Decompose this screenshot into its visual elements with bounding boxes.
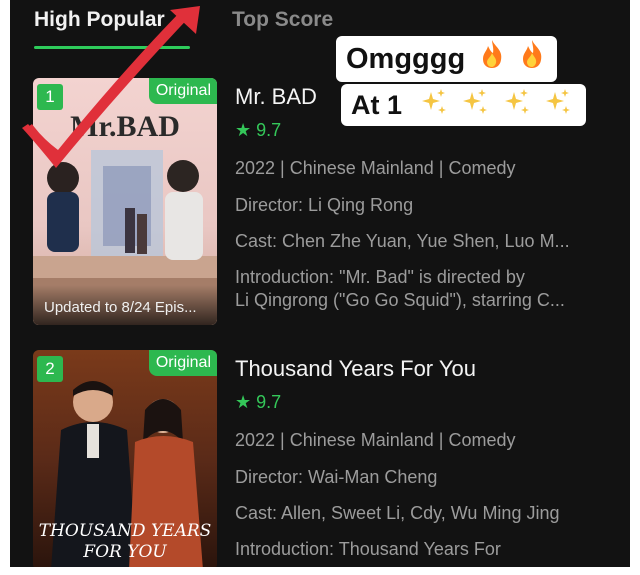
sticker-text: Omgggg	[346, 43, 466, 75]
item-director: Director: Li Qing Rong	[235, 195, 414, 215]
app-screen: High Popular Top Score Mr.BAD 1 Original…	[10, 0, 630, 567]
rank-badge: 2	[37, 356, 63, 382]
poster-mr-bad[interactable]: Mr.BAD 1 Original Updated to 8/24 Epis..…	[33, 78, 217, 325]
original-badge: Original	[148, 350, 217, 376]
list-item[interactable]: THOUSAND YEARS FOR YOU 2 Original Thousa…	[10, 350, 630, 567]
item-title[interactable]: Thousand Years For You	[235, 356, 476, 382]
sparkles-icon	[544, 86, 572, 128]
rank-badge: 1	[37, 84, 63, 110]
rating-value: 9.7	[256, 120, 282, 140]
active-tab-indicator	[34, 46, 190, 49]
poster-title-art: THOUSAND YEARS	[39, 521, 212, 541]
star-icon: ★	[235, 392, 252, 412]
poster-thousand-years[interactable]: THOUSAND YEARS FOR YOU 2 Original	[33, 350, 217, 567]
item-intro-line1: Introduction: "Mr. Bad" is directed by	[235, 267, 525, 287]
item-meta: 2022 | Chinese Mainland | Comedy	[235, 158, 516, 178]
sticker-at-1: At 1	[341, 84, 587, 128]
item-cast: Cast: Chen Zhe Yuan, Yue Shen, Luo M...	[235, 231, 570, 251]
rating: ★ 9.7	[235, 120, 281, 141]
sticker-omgggg: Omgggg	[336, 36, 558, 83]
item-intro-line2: Li Qingrong ("Go Go Squid"), starring C.…	[235, 290, 565, 310]
item-cast: Cast: Allen, Sweet Li, Cdy, Wu Ming Jing	[235, 503, 560, 523]
poster-title-art: Mr.BAD	[70, 110, 180, 143]
original-badge: Original	[148, 78, 217, 104]
tab-high-popular[interactable]: High Popular	[34, 8, 165, 32]
sticker-text: At 1	[351, 90, 403, 120]
item-meta: 2022 | Chinese Mainland | Comedy	[235, 430, 516, 450]
tab-top-score[interactable]: Top Score	[232, 8, 333, 32]
rating: ★ 9.7	[235, 392, 281, 413]
star-icon: ★	[235, 120, 252, 140]
fire-icon	[479, 37, 505, 83]
item-intro-line1: Introduction: Thousand Years For	[235, 539, 501, 559]
poster-title-art: FOR YOU	[82, 542, 167, 562]
item-director: Director: Wai-Man Cheng	[235, 467, 438, 487]
fire-icon	[519, 37, 545, 83]
item-title[interactable]: Mr. BAD	[235, 84, 317, 110]
sparkles-icon	[461, 86, 489, 128]
sparkles-icon	[420, 86, 448, 128]
poster-art: THOUSAND YEARS FOR YOU	[33, 350, 217, 567]
sparkles-icon	[503, 86, 531, 128]
rating-value: 9.7	[256, 392, 282, 412]
update-status: Updated to 8/24 Epis...	[44, 299, 197, 316]
